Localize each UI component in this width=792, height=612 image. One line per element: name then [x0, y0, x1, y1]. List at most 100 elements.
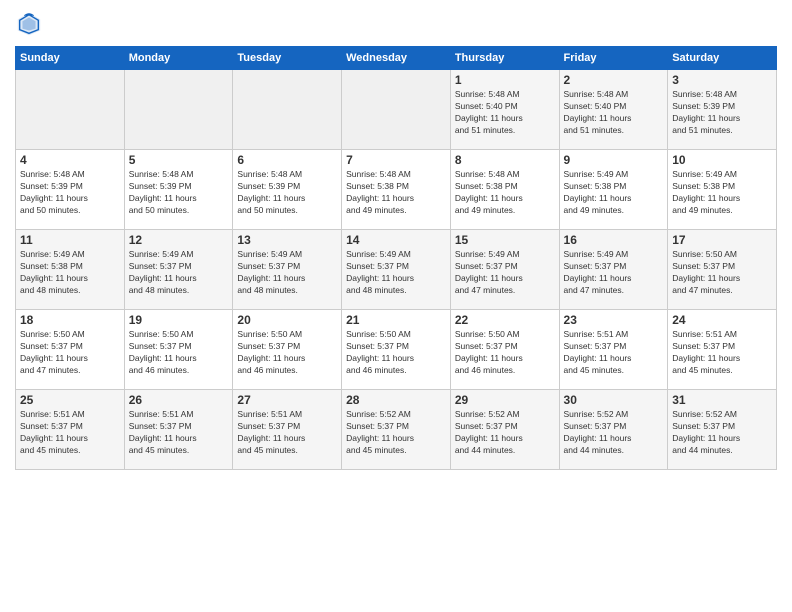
- calendar-cell: 31Sunrise: 5:52 AM Sunset: 5:37 PM Dayli…: [668, 390, 777, 470]
- day-number: 30: [564, 393, 664, 407]
- calendar-cell: [16, 70, 125, 150]
- header-row: SundayMondayTuesdayWednesdayThursdayFrid…: [16, 47, 777, 70]
- header-tuesday: Tuesday: [233, 47, 342, 70]
- day-info: Sunrise: 5:51 AM Sunset: 5:37 PM Dayligh…: [129, 409, 229, 457]
- day-info: Sunrise: 5:49 AM Sunset: 5:38 PM Dayligh…: [20, 249, 120, 297]
- calendar-cell: 13 Sunrise: 5:49 AM Sunset: 5:37 PM Dayli…: [233, 230, 342, 310]
- day-info: Sunrise: 5:51 AM Sunset: 5:37 PM Dayligh…: [564, 329, 664, 377]
- day-info: Sunrise: 5:48 AM Sunset: 5:40 PM Dayligh…: [455, 89, 555, 137]
- day-info: Sunrise: 5:49 AM Sunset: 5:38 PM Dayligh…: [564, 169, 664, 217]
- calendar-cell: [342, 70, 451, 150]
- day-info: Sunrise: 5:52 AM Sunset: 5:37 PM Dayligh…: [346, 409, 446, 457]
- day-info: Sunrise: 5:51 AM Sunset: 5:37 PM Dayligh…: [20, 409, 120, 457]
- week-row-4: 18 Sunrise: 5:50 AM Sunset: 5:37 PM Dayli…: [16, 310, 777, 390]
- calendar-cell: 10Sunrise: 5:49 AM Sunset: 5:38 PM Dayli…: [668, 150, 777, 230]
- day-info: Sunrise: 5:50 AM Sunset: 5:37 PM Dayligh…: [455, 329, 555, 377]
- day-number: 13: [237, 233, 337, 247]
- week-row-5: 25 Sunrise: 5:51 AM Sunset: 5:37 PM Dayli…: [16, 390, 777, 470]
- day-number: 11: [20, 233, 120, 247]
- day-info: Sunrise: 5:48 AM Sunset: 5:39 PM Dayligh…: [237, 169, 337, 217]
- calendar-cell: 21 Sunrise: 5:50 AM Sunset: 5:37 PM Dayli…: [342, 310, 451, 390]
- calendar-cell: 25 Sunrise: 5:51 AM Sunset: 5:37 PM Dayli…: [16, 390, 125, 470]
- day-number: 16: [564, 233, 664, 247]
- day-number: 8: [455, 153, 555, 167]
- day-number: 6: [237, 153, 337, 167]
- day-number: 23: [564, 313, 664, 327]
- logo-icon: [15, 10, 43, 38]
- calendar-cell: 18 Sunrise: 5:50 AM Sunset: 5:37 PM Dayli…: [16, 310, 125, 390]
- day-number: 25: [20, 393, 120, 407]
- day-number: 7: [346, 153, 446, 167]
- day-number: 22: [455, 313, 555, 327]
- calendar-cell: 29Sunrise: 5:52 AM Sunset: 5:37 PM Dayli…: [450, 390, 559, 470]
- day-info: Sunrise: 5:48 AM Sunset: 5:39 PM Dayligh…: [129, 169, 229, 217]
- calendar-cell: 4Sunrise: 5:48 AM Sunset: 5:39 PM Daylig…: [16, 150, 125, 230]
- day-info: Sunrise: 5:50 AM Sunset: 5:37 PM Dayligh…: [20, 329, 120, 377]
- day-number: 21: [346, 313, 446, 327]
- calendar-cell: 1Sunrise: 5:48 AM Sunset: 5:40 PM Daylig…: [450, 70, 559, 150]
- calendar-cell: [233, 70, 342, 150]
- header-sunday: Sunday: [16, 47, 125, 70]
- day-info: Sunrise: 5:48 AM Sunset: 5:40 PM Dayligh…: [564, 89, 664, 137]
- day-info: Sunrise: 5:50 AM Sunset: 5:37 PM Dayligh…: [672, 249, 772, 297]
- day-info: Sunrise: 5:48 AM Sunset: 5:38 PM Dayligh…: [346, 169, 446, 217]
- day-info: Sunrise: 5:49 AM Sunset: 5:37 PM Dayligh…: [346, 249, 446, 297]
- day-info: Sunrise: 5:49 AM Sunset: 5:37 PM Dayligh…: [237, 249, 337, 297]
- header-saturday: Saturday: [668, 47, 777, 70]
- calendar-cell: [124, 70, 233, 150]
- day-info: Sunrise: 5:50 AM Sunset: 5:37 PM Dayligh…: [129, 329, 229, 377]
- calendar-cell: 17 Sunrise: 5:50 AM Sunset: 5:37 PM Dayli…: [668, 230, 777, 310]
- day-info: Sunrise: 5:49 AM Sunset: 5:37 PM Dayligh…: [564, 249, 664, 297]
- day-number: 31: [672, 393, 772, 407]
- header: [15, 10, 777, 38]
- day-number: 9: [564, 153, 664, 167]
- day-number: 12: [129, 233, 229, 247]
- calendar-cell: 28 Sunrise: 5:52 AM Sunset: 5:37 PM Dayli…: [342, 390, 451, 470]
- calendar-cell: 6 Sunrise: 5:48 AM Sunset: 5:39 PM Daylig…: [233, 150, 342, 230]
- header-wednesday: Wednesday: [342, 47, 451, 70]
- day-number: 29: [455, 393, 555, 407]
- page: SundayMondayTuesdayWednesdayThursdayFrid…: [0, 0, 792, 612]
- calendar-cell: 12 Sunrise: 5:49 AM Sunset: 5:37 PM Dayli…: [124, 230, 233, 310]
- day-info: Sunrise: 5:50 AM Sunset: 5:37 PM Dayligh…: [237, 329, 337, 377]
- week-row-3: 11 Sunrise: 5:49 AM Sunset: 5:38 PM Dayli…: [16, 230, 777, 310]
- calendar-cell: 7 Sunrise: 5:48 AM Sunset: 5:38 PM Daylig…: [342, 150, 451, 230]
- day-info: Sunrise: 5:49 AM Sunset: 5:37 PM Dayligh…: [455, 249, 555, 297]
- header-thursday: Thursday: [450, 47, 559, 70]
- day-info: Sunrise: 5:52 AM Sunset: 5:37 PM Dayligh…: [564, 409, 664, 457]
- calendar-cell: 16 Sunrise: 5:49 AM Sunset: 5:37 PM Dayli…: [559, 230, 668, 310]
- day-number: 19: [129, 313, 229, 327]
- calendar-cell: 3Sunrise: 5:48 AM Sunset: 5:39 PM Daylig…: [668, 70, 777, 150]
- day-number: 28: [346, 393, 446, 407]
- calendar-cell: 19 Sunrise: 5:50 AM Sunset: 5:37 PM Dayli…: [124, 310, 233, 390]
- header-friday: Friday: [559, 47, 668, 70]
- day-info: Sunrise: 5:48 AM Sunset: 5:39 PM Dayligh…: [20, 169, 120, 217]
- day-info: Sunrise: 5:51 AM Sunset: 5:37 PM Dayligh…: [237, 409, 337, 457]
- calendar-body: 1Sunrise: 5:48 AM Sunset: 5:40 PM Daylig…: [16, 70, 777, 470]
- calendar-cell: 9 Sunrise: 5:49 AM Sunset: 5:38 PM Daylig…: [559, 150, 668, 230]
- day-number: 5: [129, 153, 229, 167]
- day-number: 27: [237, 393, 337, 407]
- day-number: 26: [129, 393, 229, 407]
- calendar-cell: 8 Sunrise: 5:48 AM Sunset: 5:38 PM Daylig…: [450, 150, 559, 230]
- calendar-cell: 26 Sunrise: 5:51 AM Sunset: 5:37 PM Dayli…: [124, 390, 233, 470]
- day-number: 18: [20, 313, 120, 327]
- week-row-2: 4Sunrise: 5:48 AM Sunset: 5:39 PM Daylig…: [16, 150, 777, 230]
- day-info: Sunrise: 5:50 AM Sunset: 5:37 PM Dayligh…: [346, 329, 446, 377]
- day-info: Sunrise: 5:49 AM Sunset: 5:37 PM Dayligh…: [129, 249, 229, 297]
- day-number: 10: [672, 153, 772, 167]
- day-number: 14: [346, 233, 446, 247]
- calendar-cell: 14 Sunrise: 5:49 AM Sunset: 5:37 PM Dayli…: [342, 230, 451, 310]
- week-row-1: 1Sunrise: 5:48 AM Sunset: 5:40 PM Daylig…: [16, 70, 777, 150]
- day-number: 15: [455, 233, 555, 247]
- day-number: 17: [672, 233, 772, 247]
- day-number: 3: [672, 73, 772, 87]
- day-info: Sunrise: 5:48 AM Sunset: 5:38 PM Dayligh…: [455, 169, 555, 217]
- calendar-cell: 30 Sunrise: 5:52 AM Sunset: 5:37 PM Dayli…: [559, 390, 668, 470]
- calendar-cell: 27 Sunrise: 5:51 AM Sunset: 5:37 PM Dayli…: [233, 390, 342, 470]
- day-number: 24: [672, 313, 772, 327]
- day-number: 20: [237, 313, 337, 327]
- calendar-cell: 11 Sunrise: 5:49 AM Sunset: 5:38 PM Dayli…: [16, 230, 125, 310]
- calendar: SundayMondayTuesdayWednesdayThursdayFrid…: [15, 46, 777, 470]
- header-monday: Monday: [124, 47, 233, 70]
